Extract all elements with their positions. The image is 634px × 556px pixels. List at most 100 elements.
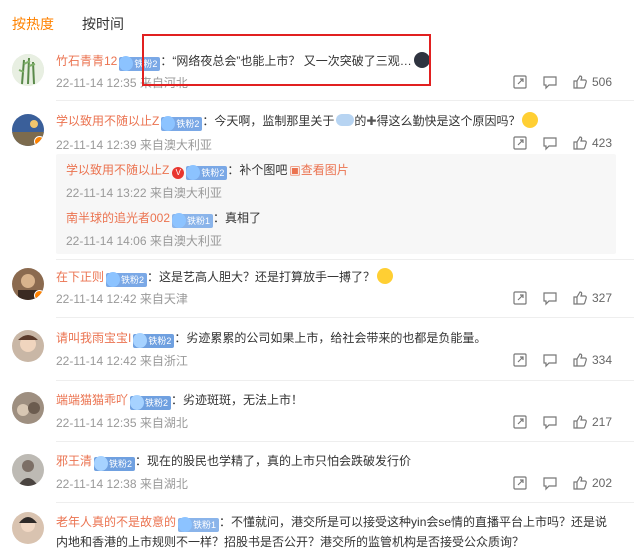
avatar[interactable] xyxy=(12,392,44,424)
fan-badge: 铁粉2 xyxy=(161,116,203,131)
comment-text-line: 学以致用不随以止Z 铁粉2 ：今天啊，监制那里关于 的✚得这么勤快是这个原因吗？ xyxy=(56,112,539,131)
avatar[interactable] xyxy=(12,114,44,146)
comment-icon[interactable] xyxy=(542,290,558,306)
fan-badge: 铁粉2 xyxy=(119,56,161,71)
comment-meta: 22-11-14 12:39 来自澳大利亚 xyxy=(56,138,212,152)
fan-badge: 铁粉2 xyxy=(186,165,228,180)
comment-text: ：现在的股民也学精了，真的上市只怕会跌破发行价 xyxy=(135,454,412,468)
username[interactable]: 学以致用不随以止Z xyxy=(56,114,159,128)
like-icon[interactable] xyxy=(572,74,588,90)
comment-icon[interactable] xyxy=(542,135,558,151)
comment-actions: 327 xyxy=(512,290,612,306)
share-icon[interactable] xyxy=(512,74,528,90)
comment-meta: 22-11-14 12:35 来自河北 xyxy=(56,76,188,90)
reply-list: 学以致用不随以止Z V 铁粉2 ：补个图吧 ▣查看图片 22-11-14 13:22 来… xyxy=(56,154,616,254)
divider xyxy=(56,100,634,101)
share-icon[interactable] xyxy=(512,135,528,151)
fan-badge: 铁粉2 xyxy=(130,395,172,410)
divider xyxy=(56,259,634,260)
smile-emoji-icon xyxy=(377,268,394,284)
comment-icon[interactable] xyxy=(542,352,558,368)
like-count: 202 xyxy=(591,476,612,490)
reply-meta: 22-11-14 13:22 来自澳大利亚 xyxy=(66,186,222,200)
tab-by-time[interactable]: 按时间 xyxy=(82,14,124,36)
reply-text: ：真相了 xyxy=(213,211,262,225)
comment-text-line: 端端猫猫乖吖 铁粉2 ：劣迹斑斑，无法上市！ xyxy=(56,392,303,410)
share-icon[interactable] xyxy=(512,475,528,491)
comment-text: ：劣迹斑斑，无法上市！ xyxy=(171,393,304,407)
comment-icon[interactable] xyxy=(542,475,558,491)
cloud-emoji-icon xyxy=(336,114,355,126)
crown-icon xyxy=(186,165,201,180)
comment-actions: 202 xyxy=(512,475,612,491)
verified-v-icon: V xyxy=(172,167,185,179)
reply-text-line: 南半球的追光者002 铁粉1 ：真相了 xyxy=(66,210,261,228)
comment-text: ：这是艺高人胆大？还是打算放手一搏了？ xyxy=(147,270,376,284)
like-icon[interactable] xyxy=(572,352,588,368)
crown-icon xyxy=(172,213,187,228)
verified-badge-icon xyxy=(34,136,44,146)
comment-item: 邪王清 铁粉2 ：现在的股民也学精了，真的上市只怕会跌破发行价 22-11-14 1… xyxy=(0,448,634,504)
comment-icon[interactable] xyxy=(542,414,558,430)
avatar[interactable] xyxy=(12,268,44,300)
like-icon[interactable] xyxy=(572,414,588,430)
comment-text: 得这么勤快是这个原因吗？ xyxy=(376,114,521,128)
comment-item: 老年人真的不是故意的 铁粉1 ：不懂就问，港交所是可以接受这种yin会se情的直播平… xyxy=(0,508,634,556)
username[interactable]: 南半球的追光者002 xyxy=(66,211,170,225)
divider xyxy=(56,317,634,318)
comment-text-line: 老年人真的不是故意的 铁粉1 ：不懂就问，港交所是可以接受这种yin会se情的直播平… xyxy=(56,514,607,532)
divider xyxy=(56,502,634,503)
comment-item: 竹石青青12 铁粉2 ：“网络夜总会”也能上市？ 又一次突破了三观… 22-11-1… xyxy=(0,46,634,106)
like-icon[interactable] xyxy=(572,135,588,151)
image-icon[interactable]: ▣ xyxy=(289,163,300,177)
crown-icon xyxy=(106,272,121,287)
reply-meta: 22-11-14 14:06 来自澳大利亚 xyxy=(66,234,222,248)
like-icon[interactable] xyxy=(572,475,588,491)
comment-item: 请叫我雨宝宝I 铁粉2 ：劣迹累累的公司如果上市，给社会带来的也都是负能量。 22-… xyxy=(0,324,634,382)
crown-icon xyxy=(119,56,134,71)
comment-text-line: 请叫我雨宝宝I 铁粉2 ：劣迹累累的公司如果上市，给社会带来的也都是负能量。 xyxy=(56,330,486,348)
comment-actions: 217 xyxy=(512,414,612,430)
username[interactable]: 老年人真的不是故意的 xyxy=(56,515,176,529)
like-count: 334 xyxy=(591,353,612,367)
username[interactable]: 邪王清 xyxy=(56,454,92,468)
divider xyxy=(56,380,634,381)
comment-meta: 22-11-14 12:38 来自湖北 xyxy=(56,477,188,491)
comment-actions: 334 xyxy=(512,352,612,368)
comment-meta: 22-11-14 12:42 来自浙江 xyxy=(56,354,188,368)
comment-text: ：不懂就问，港交所是可以接受这种yin会se情的直播平台上市吗？还是说 xyxy=(219,515,608,529)
avatar[interactable] xyxy=(12,54,44,86)
share-icon[interactable] xyxy=(512,414,528,430)
comment-text: ：今天啊，监制那里关于 xyxy=(202,114,335,128)
divider xyxy=(56,441,634,442)
comment-meta: 22-11-14 12:35 来自湖北 xyxy=(56,416,188,430)
diamond-icon xyxy=(130,395,145,410)
comment-text-line: 在下正则 铁粉2 ：这是艺高人胆大？还是打算放手一搏了？ xyxy=(56,268,394,287)
comment-text: 的 xyxy=(354,114,367,128)
username[interactable]: 端端猫猫乖吖 xyxy=(56,393,128,407)
username[interactable]: 请叫我雨宝宝I xyxy=(56,331,131,345)
plus-emoji-icon: ✚ xyxy=(366,114,377,128)
avatar[interactable] xyxy=(12,330,44,362)
share-icon[interactable] xyxy=(512,352,528,368)
reply-text: ：补个图吧 xyxy=(227,163,288,177)
username[interactable]: 学以致用不随以止Z xyxy=(66,163,169,177)
comment-icon[interactable] xyxy=(542,74,558,90)
thinking-emoji-icon xyxy=(522,112,539,128)
diamond-icon xyxy=(133,333,148,348)
comment-text: ：“网络夜总会”也能上市？ 又一次突破了三观… xyxy=(160,54,412,68)
fan-badge: 铁粉2 xyxy=(106,272,148,287)
comment-item: 在下正则 铁粉2 ：这是艺高人胆大？还是打算放手一搏了？ 22-11-14 12:4… xyxy=(0,262,634,320)
username[interactable]: 在下正则 xyxy=(56,270,104,284)
share-icon[interactable] xyxy=(512,290,528,306)
tab-by-hot[interactable]: 按热度 xyxy=(12,14,54,36)
view-image-link[interactable]: 查看图片 xyxy=(301,163,349,177)
fan-badge: 铁粉1 xyxy=(178,517,220,532)
comment-text-line: 内地和香港的上市规则不一样？招股书是否公开？港交所的监管机构是否接受公众质询？ xyxy=(56,535,525,549)
comment-item: 端端猫猫乖吖 铁粉2 ：劣迹斑斑，无法上市！ 22-11-14 12:35 来自湖北… xyxy=(0,386,634,444)
avatar[interactable] xyxy=(12,454,44,486)
like-icon[interactable] xyxy=(572,290,588,306)
avatar[interactable] xyxy=(12,512,44,544)
username[interactable]: 竹石青青12 xyxy=(56,54,117,68)
verified-badge-icon xyxy=(34,290,44,300)
